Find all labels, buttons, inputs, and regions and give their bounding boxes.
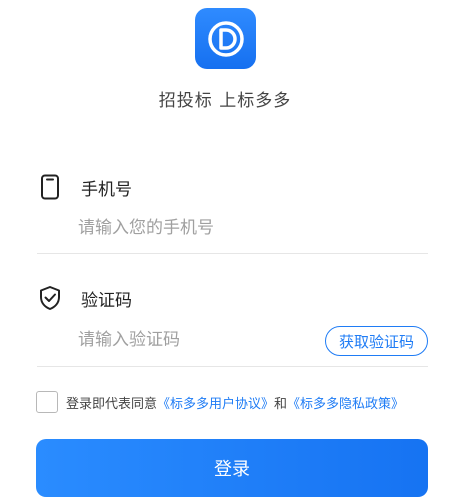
shield-check-icon [37,285,63,311]
verification-code-input[interactable] [78,325,308,355]
code-divider [37,366,428,367]
code-label-row: 验证码 [37,285,132,311]
phone-label: 手机号 [81,179,132,200]
app-logo-d-icon [207,20,244,57]
agreement-prefix: 登录即代表同意 [66,396,158,412]
agreement-and: 和 [274,396,288,412]
privacy-policy-link[interactable]: 《标多多隐私政策》 [287,393,404,412]
get-code-button[interactable]: 获取验证码 [325,326,428,356]
phone-divider [37,253,428,254]
login-button[interactable]: 登录 [36,439,428,497]
phone-input[interactable] [78,213,418,243]
agreement-checkbox[interactable] [36,391,58,413]
code-label: 验证码 [81,290,132,311]
agreement-row: 登录即代表同意 《标多多用户协议》 和 《标多多隐私政策》 [36,391,404,413]
phone-label-row: 手机号 [37,174,132,200]
app-logo [195,8,256,69]
phone-icon [37,174,63,200]
app-slogan: 招投标 上标多多 [158,91,292,111]
user-agreement-link[interactable]: 《标多多用户协议》 [157,393,274,412]
